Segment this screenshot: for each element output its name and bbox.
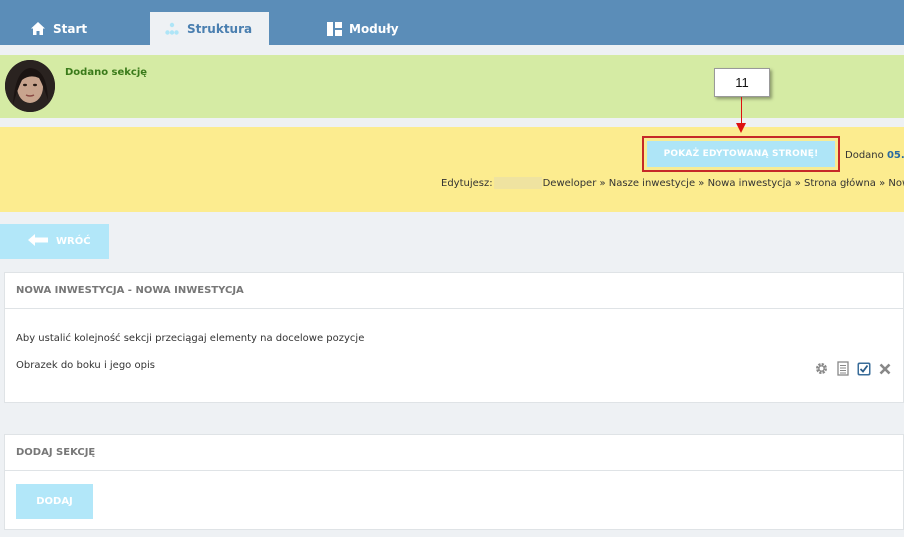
annotation-arrow-head xyxy=(736,123,746,133)
section-item-label[interactable]: Obrazek do boku i jego opis xyxy=(16,360,155,371)
notification-message: Dodano sekcję xyxy=(65,67,148,78)
add-section-title: DODAJ SEKCJĘ xyxy=(5,435,903,471)
avatar xyxy=(5,60,55,112)
sort-hint: Aby ustalić kolejność sekcji przeciągaj … xyxy=(16,333,365,344)
tab-moduly-label: Moduły xyxy=(349,21,399,36)
gear-icon[interactable] xyxy=(814,361,829,379)
home-icon xyxy=(30,21,46,36)
added-date: 05. xyxy=(886,150,904,161)
show-edited-page-label: POKAŻ EDYTOWANĄ STRONĘ! xyxy=(647,141,835,167)
checkbox-icon[interactable] xyxy=(857,362,871,379)
section-item-actions xyxy=(814,361,891,379)
added-info: Dodano 05. xyxy=(845,150,904,161)
editing-label: Edytujesz: xyxy=(441,178,493,189)
top-navigation xyxy=(0,0,904,45)
annotation-callout: 11 xyxy=(714,68,770,97)
add-section-panel: DODAJ SEKCJĘ DODAJ xyxy=(4,434,904,530)
close-icon[interactable] xyxy=(879,363,891,378)
annotation-arrow xyxy=(741,97,742,125)
breadcrumb-path[interactable]: Deweloper » Nasze inwestycje » Nowa inwe… xyxy=(543,178,904,189)
document-icon[interactable] xyxy=(837,361,849,379)
arrow-left-icon xyxy=(28,234,48,249)
show-edited-page-button[interactable]: POKAŻ EDYTOWANĄ STRONĘ! xyxy=(642,136,840,172)
sections-panel-title: NOWA INWESTYCJA - NOWA INWESTYCJA xyxy=(5,273,903,309)
tab-moduly[interactable]: Moduły xyxy=(327,12,399,45)
breadcrumb: Edytujesz: Deweloper » Nasze inwestycje »… xyxy=(441,177,904,189)
tab-struktura-label: Struktura xyxy=(187,21,253,36)
back-button-label: WRÓĆ xyxy=(56,236,91,247)
modules-icon xyxy=(327,21,342,36)
tab-start[interactable]: Start xyxy=(30,12,87,45)
structure-icon xyxy=(164,22,180,36)
redacted-text xyxy=(493,177,542,189)
back-button[interactable]: WRÓĆ xyxy=(0,224,109,259)
tab-struktura[interactable]: Struktura xyxy=(150,12,269,45)
tab-start-label: Start xyxy=(53,21,88,36)
add-button[interactable]: DODAJ xyxy=(16,484,93,519)
sections-panel: NOWA INWESTYCJA - NOWA INWESTYCJA Aby us… xyxy=(4,272,904,403)
added-label: Dodano xyxy=(845,150,884,161)
